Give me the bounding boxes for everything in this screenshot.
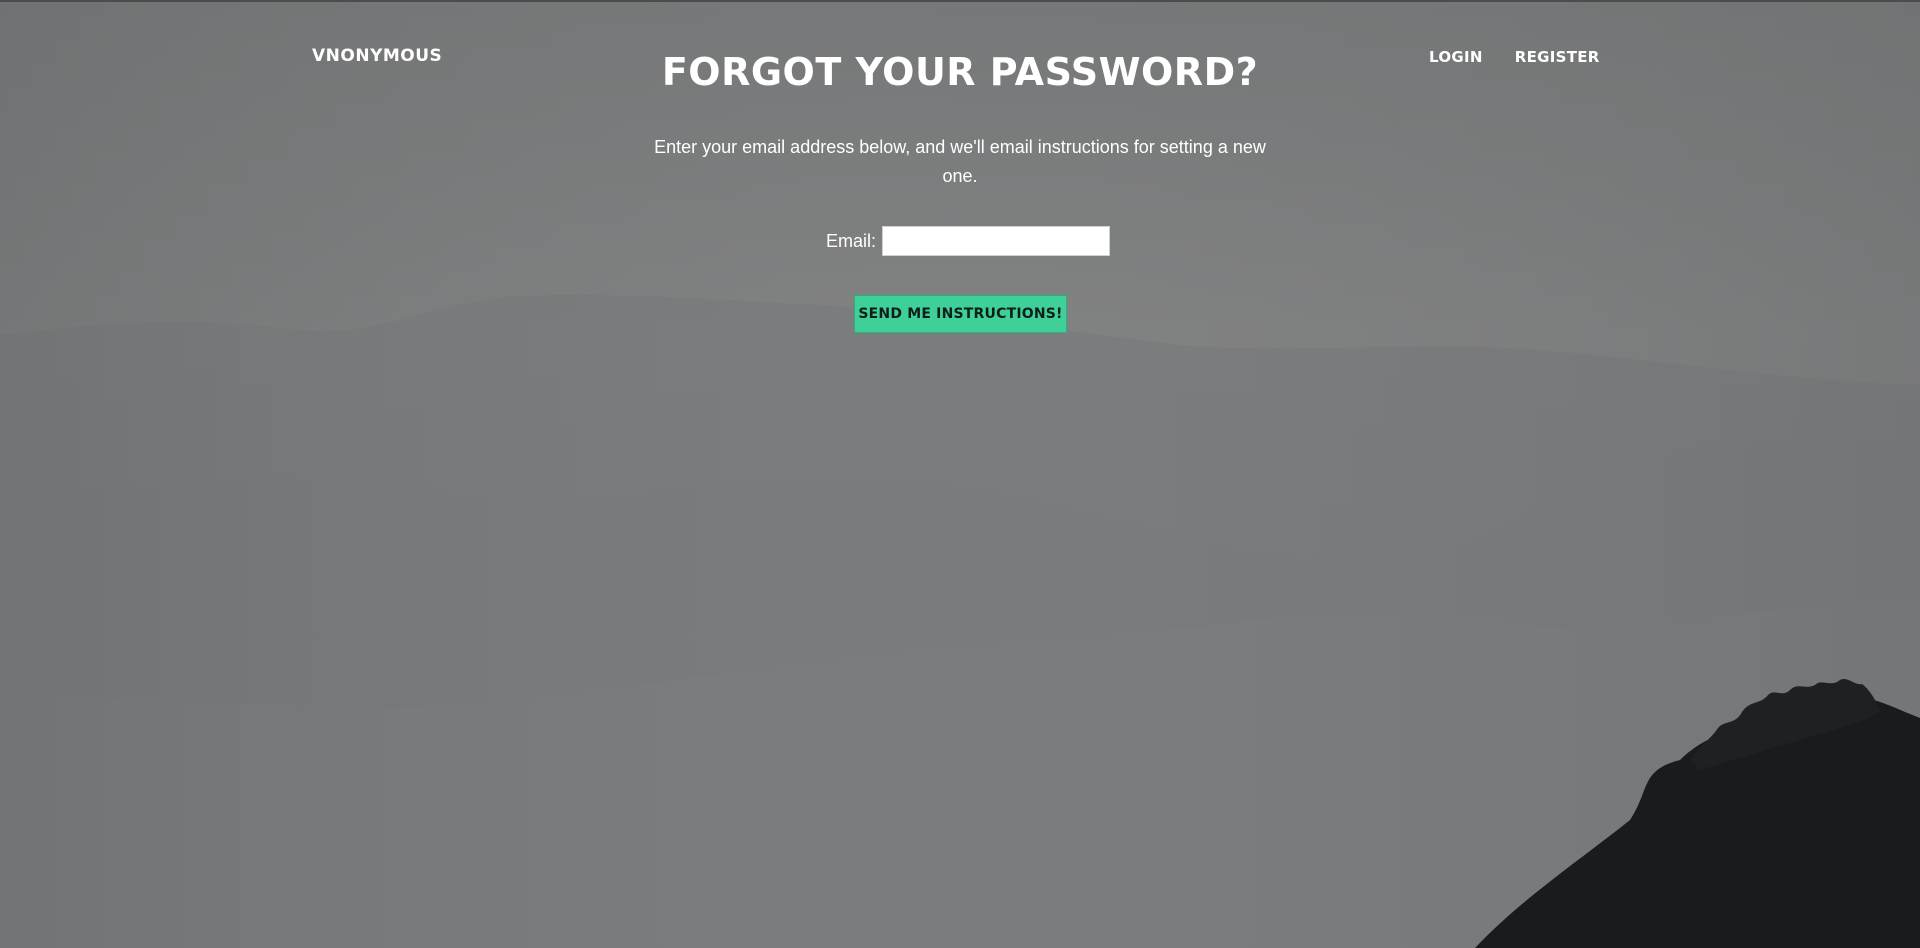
send-instructions-button[interactable]: SEND ME INSTRUCTIONS! <box>854 295 1067 333</box>
instructions-text: Enter your email address below, and we'l… <box>654 137 1266 186</box>
email-label: Email: <box>825 230 876 251</box>
page-title: FORGOT YOUR PASSWORD? <box>661 50 1259 94</box>
email-input[interactable] <box>882 226 1110 256</box>
top-border-line <box>0 0 1920 2</box>
email-row: Email: <box>8 226 1920 256</box>
